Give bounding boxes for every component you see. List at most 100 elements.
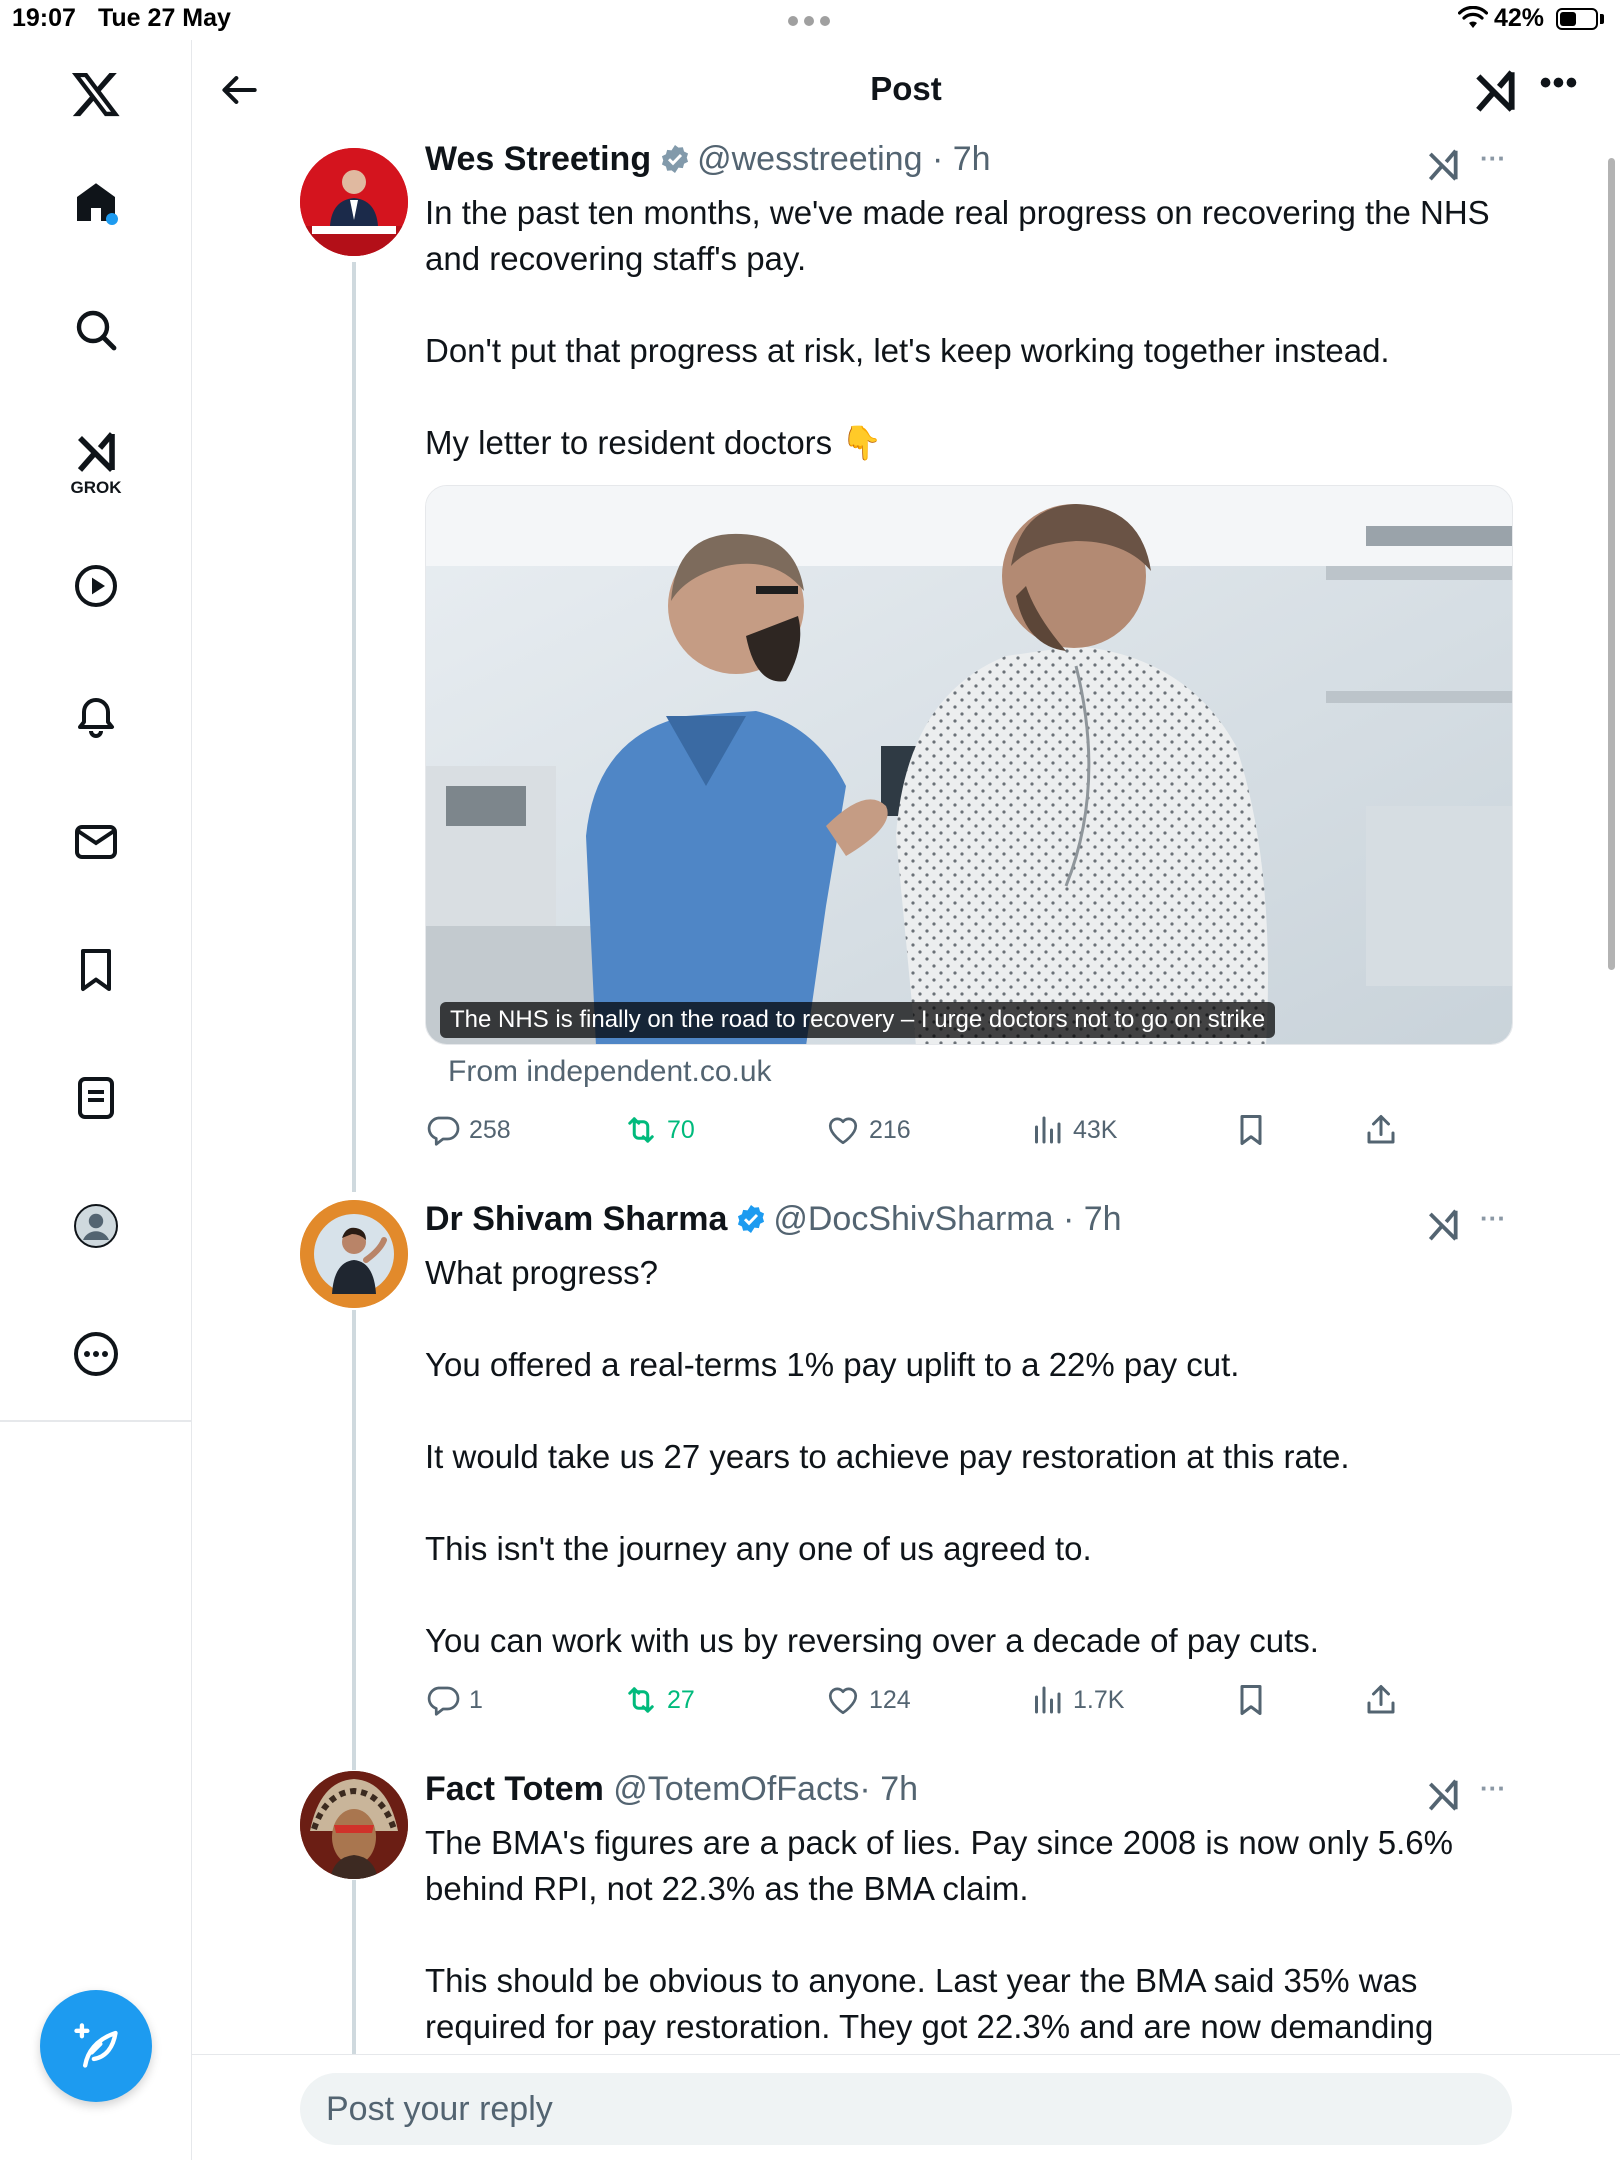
like-button[interactable]: 124 [825,1678,911,1722]
post-tools: ··· [1424,145,1524,189]
more-options-icon[interactable]: ••• [1534,66,1584,116]
thread-line [352,1310,356,1770]
post-header-line: Dr Shivam Sharma @DocShivSharma · 7h [425,1200,1122,1239]
reply-icon [427,1116,460,1146]
avatar[interactable] [300,148,408,256]
views-count: 43K [1073,1115,1118,1144]
compose-button[interactable] [40,1990,152,2102]
author-handle[interactable]: @DocShivSharma [773,1200,1053,1238]
share-button[interactable] [1363,1678,1407,1722]
heart-icon [828,1687,858,1715]
search-icon[interactable] [64,298,128,362]
post-actions: 1 27 124 1.7K [425,1678,1425,1722]
video-icon[interactable] [64,554,128,618]
post-time: · 7h [1062,1200,1122,1238]
post-text: In the past ten months, we've made real … [425,194,1490,461]
post-tools: ··· [1424,1205,1524,1249]
post-actions: 258 70 216 43K [425,1108,1425,1152]
reply-button[interactable]: 1 [425,1678,483,1722]
bookmark-button[interactable] [1233,1108,1277,1152]
share-icon [1367,1685,1395,1714]
repost-button[interactable]: 70 [623,1108,695,1152]
bookmarks-icon[interactable] [64,938,128,1002]
card-caption: The NHS is finally on the road to recove… [440,1002,1276,1038]
views-button[interactable]: 43K [1029,1108,1117,1152]
repost-count: 70 [667,1115,695,1144]
reply-icon [427,1686,460,1716]
avatar[interactable] [300,1771,408,1879]
like-count: 124 [869,1685,911,1714]
reply-button[interactable]: 258 [425,1108,511,1152]
author-name[interactable]: Dr Shivam Sharma [425,1200,727,1238]
post-time: · 7h [859,1770,919,1808]
post-more-icon[interactable]: ··· [1480,145,1520,185]
author-handle[interactable]: @TotemOfFacts [613,1770,859,1808]
author-name[interactable]: Wes Streeting [425,140,651,178]
battery-icon [1556,8,1598,30]
multitask-dots-icon[interactable] [788,16,832,26]
like-count: 216 [869,1115,911,1144]
views-chart-icon [1035,1686,1061,1714]
post-tools: ··· [1424,1775,1524,1819]
repost-button[interactable]: 27 [623,1678,695,1722]
like-button[interactable]: 216 [825,1108,911,1152]
profile-icon[interactable] [64,1194,128,1258]
reply-count: 258 [469,1115,511,1144]
views-chart-icon [1035,1116,1061,1144]
link-card-image[interactable]: The NHS is finally on the road to recove… [425,485,1513,1045]
card-photo [426,486,1512,1044]
reply-input[interactable] [300,2073,1512,2145]
reply-count: 1 [469,1685,483,1714]
status-date: Tue 27 May [98,4,231,32]
grok-icon[interactable] [1424,145,1462,185]
home-icon[interactable] [64,170,128,234]
bookmark-button[interactable] [1233,1678,1277,1722]
post-header-line: Fact Totem @TotemOfFacts· 7h [425,1770,918,1809]
grok-icon[interactable] [1424,1775,1462,1815]
share-button[interactable] [1363,1108,1407,1152]
post-header-line: Wes Streeting @wesstreeting · 7h [425,140,991,179]
home-notification-dot [106,213,118,225]
thread-line [352,1880,356,2055]
card-source[interactable]: From independent.co.uk [448,1055,772,1089]
heart-icon [828,1117,858,1145]
scrollbar[interactable] [1608,158,1615,970]
messages-icon[interactable] [64,810,128,874]
grok-icon[interactable] [1470,66,1520,116]
status-bar: 19:07 Tue 27 May 42% [0,0,1620,40]
page-title: Post [870,70,942,107]
thread-line [352,262,356,1192]
compose-icon [74,2023,118,2068]
repost-icon [628,1687,654,1713]
grok-label: GROK [70,478,122,497]
author-handle[interactable]: @wesstreeting [697,140,922,178]
reply-bar [192,2054,1620,2160]
grok-nav-item[interactable]: GROK [60,428,132,508]
verified-badge-icon [738,1205,765,1233]
sidebar: GROK [0,40,192,2160]
post-more-icon[interactable]: ··· [1480,1205,1520,1245]
post-header: Post ••• [192,40,1620,140]
post-more-icon[interactable]: ··· [1480,1775,1520,1815]
author-name[interactable]: Fact Totem [425,1770,604,1808]
more-icon[interactable] [64,1322,128,1386]
wifi-icon [1458,6,1488,28]
post-text: What progress? You offered a real-terms … [425,1254,1350,1659]
bookmark-icon [1240,1685,1262,1715]
repost-count: 27 [667,1685,695,1714]
repost-icon [628,1117,654,1143]
notifications-icon[interactable] [64,682,128,746]
lists-icon[interactable] [64,1066,128,1130]
grok-icon[interactable] [1424,1205,1462,1245]
x-logo-icon[interactable] [64,62,128,126]
share-icon [1367,1115,1395,1144]
avatar[interactable] [300,1200,408,1308]
grok-icon [77,432,115,472]
status-time: 19:07 [12,4,76,32]
battery-percent: 42% [1494,4,1545,32]
views-count: 1.7K [1073,1685,1125,1714]
post-time: · 7h [931,140,991,178]
post-text: The BMA's figures are a pack of lies. Pa… [425,1824,1453,2045]
views-button[interactable]: 1.7K [1029,1678,1124,1722]
verified-badge-icon [662,145,689,173]
